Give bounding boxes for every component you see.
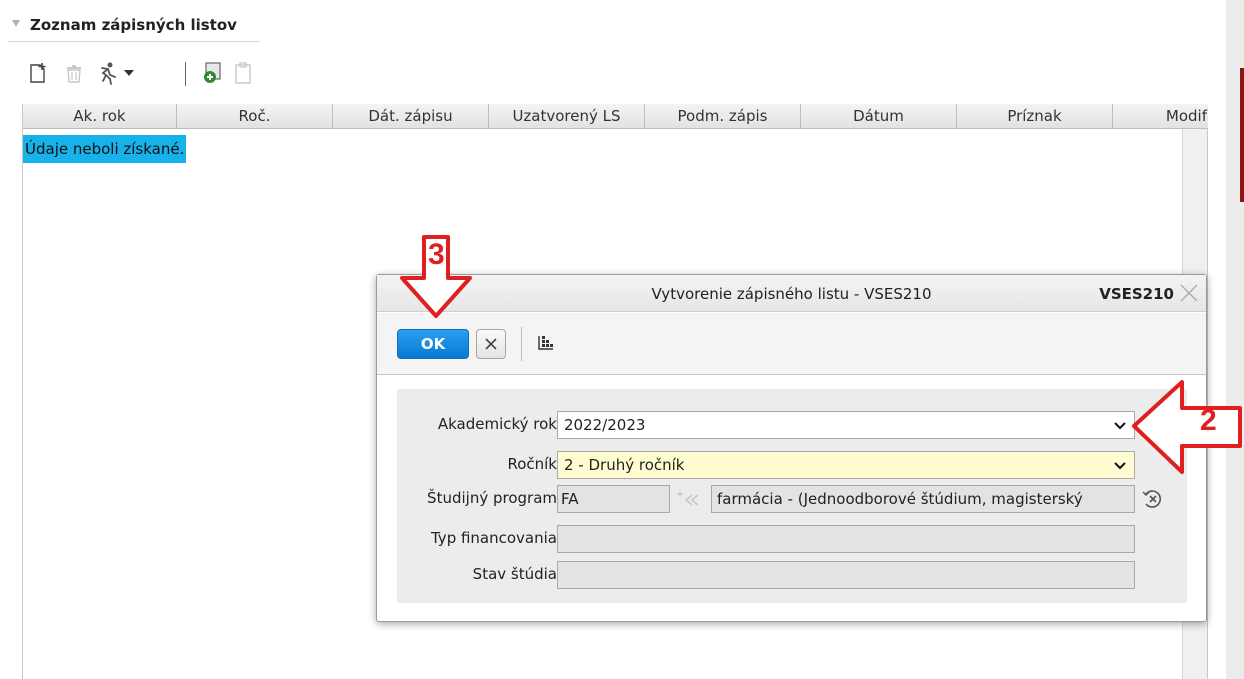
- form-panel: Akademický rok 2022/2023 Ročník 2 - Druh…: [397, 389, 1187, 603]
- academic-year-row: Akademický rok 2022/2023: [397, 411, 1187, 439]
- section-title: Zoznam zápisných listov: [30, 16, 237, 34]
- lookup-icon[interactable]: [676, 489, 702, 513]
- study-program-name-field[interactable]: farmácia - (Jednoodborové štúdium, magis…: [711, 485, 1135, 513]
- annotation-number-2: 2: [1200, 404, 1217, 437]
- grid-header: Ak. rok Roč. Dát. zápisu Uzatvorený LS P…: [23, 104, 1208, 129]
- clipboard-icon[interactable]: [232, 60, 254, 86]
- empty-message: Údaje neboli získané.: [23, 135, 187, 163]
- run-icon[interactable]: [94, 60, 120, 86]
- close-icon: [485, 338, 497, 350]
- dialog-title: Vytvorenie zápisného listu - VSES210: [651, 285, 932, 303]
- dialog-titlebar[interactable]: Vytvorenie zápisného listu - VSES210 VSE…: [377, 275, 1206, 312]
- dropdown-arrow-icon[interactable]: [122, 60, 136, 86]
- delete-icon[interactable]: [62, 60, 86, 86]
- column-header[interactable]: Príznak: [957, 104, 1113, 128]
- study-status-label: Stav štúdia: [472, 565, 557, 583]
- layout-grid-icon[interactable]: [537, 334, 555, 356]
- year-of-study-label: Ročník: [507, 455, 557, 473]
- chevron-down-icon: [1114, 462, 1126, 470]
- year-of-study-select[interactable]: 2 - Druhý ročník: [557, 451, 1135, 479]
- financing-type-row: Typ financovania: [397, 525, 1187, 553]
- year-of-study-value: 2 - Druhý ročník: [564, 456, 685, 474]
- import-icon[interactable]: [200, 60, 226, 86]
- study-status-field[interactable]: [557, 561, 1135, 589]
- toolbar-separator: [185, 62, 186, 86]
- financing-type-label: Typ financovania: [430, 529, 557, 547]
- column-header[interactable]: Dát. zápisu: [333, 104, 489, 128]
- annotation-number-3: 3: [428, 238, 445, 271]
- column-header[interactable]: Dátum: [801, 104, 957, 128]
- study-program-code-field[interactable]: FA: [557, 485, 670, 513]
- cancel-button[interactable]: [476, 329, 506, 359]
- column-header[interactable]: Podm. zápis: [645, 104, 801, 128]
- column-header[interactable]: Ak. rok: [23, 104, 177, 128]
- column-header[interactable]: Modif: [1113, 104, 1208, 128]
- column-header[interactable]: Uzatvorený LS: [489, 104, 645, 128]
- study-program-label: Študijný program: [427, 489, 557, 507]
- dialog-code: VSES210: [1099, 285, 1174, 303]
- side-accent-bar: [1240, 68, 1244, 202]
- academic-year-value: 2022/2023: [564, 416, 646, 434]
- collapse-triangle-icon[interactable]: [12, 20, 20, 27]
- annotation-arrow-left: [1132, 380, 1242, 474]
- toolbar-separator: [521, 327, 522, 361]
- year-of-study-row: Ročník 2 - Druhý ročník: [397, 451, 1187, 479]
- chevron-down-icon: [1114, 422, 1126, 430]
- section-header[interactable]: Zoznam zápisných listov: [8, 12, 260, 42]
- list-toolbar: [26, 60, 266, 88]
- column-header[interactable]: Roč.: [177, 104, 333, 128]
- academic-year-select[interactable]: 2022/2023: [557, 411, 1135, 439]
- new-document-icon[interactable]: [26, 60, 50, 86]
- financing-type-field[interactable]: [557, 525, 1135, 553]
- study-program-row: Študijný program FA farmácia - (Jednoodb…: [397, 485, 1187, 513]
- dialog-toolbar: OK: [377, 313, 1206, 375]
- academic-year-label: Akademický rok: [437, 415, 557, 433]
- clear-field-icon[interactable]: [1141, 488, 1163, 514]
- ok-button[interactable]: OK: [397, 329, 469, 359]
- study-status-row: Stav štúdia: [397, 561, 1187, 589]
- create-enrollment-dialog: Vytvorenie zápisného listu - VSES210 VSE…: [376, 274, 1207, 622]
- close-icon[interactable]: [1178, 282, 1200, 304]
